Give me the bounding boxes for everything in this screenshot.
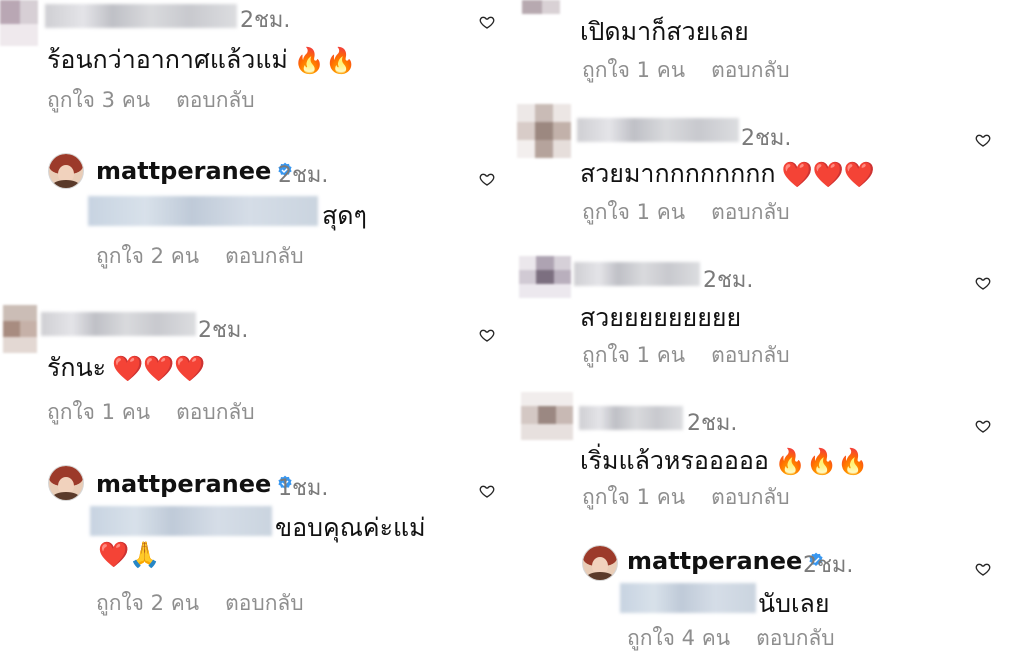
username-blurred[interactable] bbox=[574, 262, 700, 286]
comment-time: 2ชม. bbox=[703, 268, 754, 293]
avatar[interactable] bbox=[0, 0, 38, 46]
reply-button[interactable]: ตอบกลับ bbox=[711, 485, 790, 509]
comment-meta: ถูกใจ 2 คน ตอบกลับ bbox=[96, 240, 304, 273]
comment-meta: ถูกใจ 1 คน ตอบกลับ bbox=[47, 396, 255, 429]
comment-time: 2ชม. bbox=[240, 8, 291, 33]
comment-time: 2ชม. bbox=[741, 126, 792, 151]
like-heart-icon[interactable] bbox=[975, 418, 991, 434]
like-heart-icon[interactable] bbox=[975, 132, 991, 148]
likes-count-link[interactable]: ถูกใจ 1 คน bbox=[582, 485, 685, 509]
comment-text: ขอบคุณค่ะแม่ bbox=[275, 513, 426, 542]
reply-button[interactable]: ตอบกลับ bbox=[711, 200, 790, 224]
like-heart-icon[interactable] bbox=[479, 14, 495, 30]
username[interactable]: mattperanee bbox=[96, 470, 293, 498]
likes-count-link[interactable]: ถูกใจ 1 คน bbox=[582, 343, 685, 367]
username-blurred[interactable] bbox=[579, 406, 683, 430]
likes-count-link[interactable]: ถูกใจ 1 คน bbox=[582, 200, 685, 224]
comment-text: เริ่มแล้วหรอออออ 🔥🔥🔥 bbox=[580, 446, 869, 476]
like-heart-icon[interactable] bbox=[479, 171, 495, 187]
avatar-mattperanee[interactable] bbox=[582, 545, 618, 581]
comment-meta: ถูกใจ 4 คน ตอบกลับ bbox=[627, 622, 835, 655]
comment-text: สวยมากกกกกกกก ❤️❤️❤️ bbox=[580, 159, 875, 189]
heart-emoji: ❤️❤️❤️ bbox=[112, 354, 206, 383]
mention-blurred[interactable] bbox=[90, 506, 272, 536]
comment-time: 2ชม. bbox=[278, 163, 329, 188]
comment-meta: ถูกใจ 1 คน ตอบกลับ bbox=[582, 339, 790, 372]
reply-button[interactable]: ตอบกลับ bbox=[711, 58, 790, 82]
comment-meta: ถูกใจ 3 คน ตอบกลับ bbox=[47, 84, 255, 117]
comment-meta: ถูกใจ 2 คน ตอบกลับ bbox=[96, 587, 304, 620]
reply-button[interactable]: ตอบกลับ bbox=[225, 244, 304, 268]
avatar-mattperanee[interactable] bbox=[48, 153, 84, 189]
username-blurred[interactable] bbox=[41, 312, 196, 336]
likes-count-link[interactable]: ถูกใจ 2 คน bbox=[96, 244, 199, 268]
fire-emoji: 🔥🔥🔥 bbox=[774, 447, 869, 476]
avatar[interactable] bbox=[3, 305, 37, 353]
mention-blurred[interactable] bbox=[88, 196, 318, 226]
comment-time: 1ชม. bbox=[278, 476, 329, 501]
comment-time: 2ชม. bbox=[198, 318, 249, 343]
reply-button[interactable]: ตอบกลับ bbox=[225, 591, 304, 615]
likes-count-link[interactable]: ถูกใจ 3 คน bbox=[47, 88, 150, 112]
likes-count-link[interactable]: ถูกใจ 2 คน bbox=[96, 591, 199, 615]
like-heart-icon[interactable] bbox=[975, 561, 991, 577]
comment-text: ร้อนกว่าอากาศแล้วแม่ 🔥🔥 bbox=[47, 45, 357, 75]
like-heart-icon[interactable] bbox=[479, 327, 495, 343]
like-heart-icon[interactable] bbox=[975, 275, 991, 291]
username-blurred[interactable] bbox=[45, 4, 237, 28]
comment-meta: ถูกใจ 1 คน ตอบกลับ bbox=[582, 54, 790, 87]
comment-text: เปิดมาก็สวยเลย bbox=[580, 17, 749, 46]
comment-text: นับเลย bbox=[758, 589, 830, 618]
likes-count-link[interactable]: ถูกใจ 1 คน bbox=[47, 400, 150, 424]
comment-time: 2ชม. bbox=[687, 411, 738, 436]
avatar-mattperanee[interactable] bbox=[48, 465, 84, 501]
comment-time: 2ชม. bbox=[803, 553, 854, 578]
avatar[interactable] bbox=[521, 392, 573, 440]
reply-button[interactable]: ตอบกลับ bbox=[176, 88, 255, 112]
username[interactable]: mattperanee bbox=[627, 547, 824, 575]
comment-emoji: ❤️🙏 bbox=[98, 540, 161, 569]
like-heart-icon[interactable] bbox=[479, 483, 495, 499]
likes-count-link[interactable]: ถูกใจ 4 คน bbox=[627, 626, 730, 650]
likes-count-link[interactable]: ถูกใจ 1 คน bbox=[582, 58, 685, 82]
reply-button[interactable]: ตอบกลับ bbox=[176, 400, 255, 424]
avatar[interactable] bbox=[522, 0, 560, 14]
username-blurred[interactable] bbox=[577, 118, 739, 142]
avatar[interactable] bbox=[519, 256, 571, 298]
comment-text: รักนะ ❤️❤️❤️ bbox=[47, 353, 206, 383]
mention-blurred[interactable] bbox=[620, 583, 756, 613]
reply-button[interactable]: ตอบกลับ bbox=[711, 343, 790, 367]
comment-text: สุดๆ bbox=[322, 201, 367, 230]
comment-text: สวยยยยยยยยย bbox=[580, 303, 742, 332]
comment-meta: ถูกใจ 1 คน ตอบกลับ bbox=[582, 196, 790, 229]
heart-emoji: ❤️❤️❤️ bbox=[781, 160, 875, 189]
reply-button[interactable]: ตอบกลับ bbox=[756, 626, 835, 650]
comment-meta: ถูกใจ 1 คน ตอบกลับ bbox=[582, 481, 790, 514]
avatar[interactable] bbox=[517, 104, 571, 158]
username[interactable]: mattperanee bbox=[96, 157, 293, 185]
fire-emoji: 🔥🔥 bbox=[293, 46, 357, 75]
